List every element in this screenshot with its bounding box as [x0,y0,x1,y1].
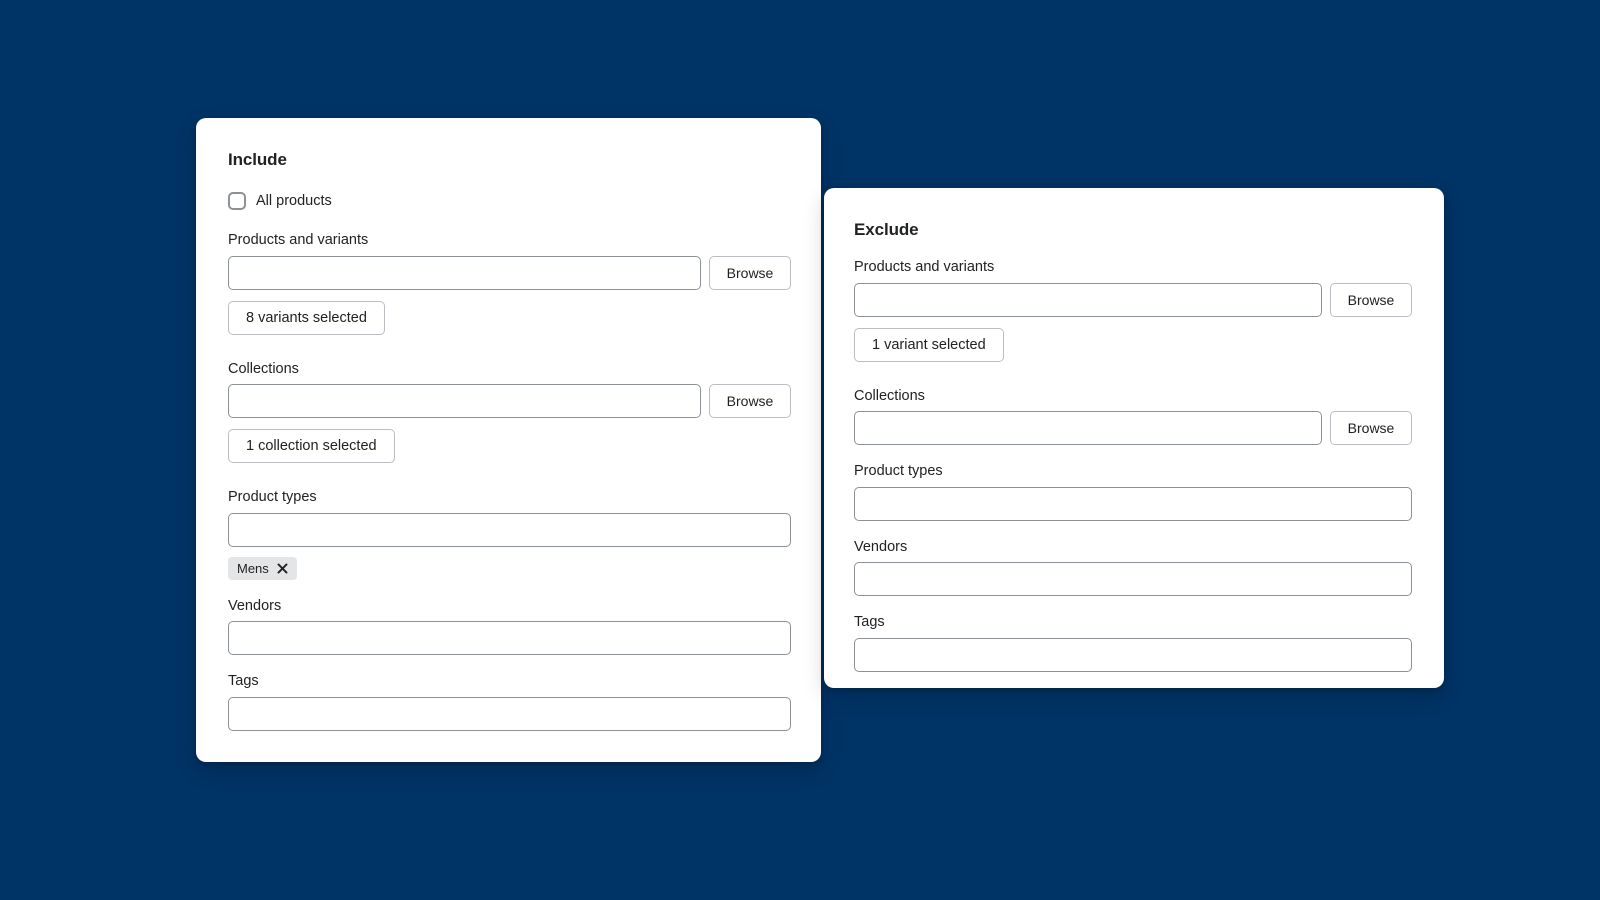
exclude-vendors-input[interactable] [854,562,1412,597]
include-tags-label: Tags [228,673,259,690]
exclude-collections-input[interactable] [854,411,1322,446]
include-tags-input[interactable] [228,696,791,731]
include-products-and-variants-browse-button[interactable]: Browse [709,255,791,290]
include-product-types-chip-row: Mens [228,556,791,580]
include-card-title: Include [228,150,287,169]
exclude-collections-field: Collections Browse [854,387,1412,446]
exclude-variant-selected-button[interactable]: 1 variant selected [854,327,1004,362]
exclude-product-types-label: Product types [854,463,943,480]
include-products-and-variants-label: Products and variants [228,232,369,248]
include-variants-selected-button[interactable]: 8 variants selected [228,300,385,335]
include-collections-field: Collections Browse 1 collection selected [228,360,791,472]
exclude-card: Exclude Products and variants Browse 1 v… [830,194,1438,682]
include-products-and-variants-field: Products and variants Browse 8 variants … [228,231,791,343]
include-products-and-variants-input[interactable] [228,255,701,290]
include-collections-input-row: Browse [228,384,791,419]
include-collections-browse-button[interactable]: Browse [709,384,791,419]
include-product-types-label: Product types [228,489,317,506]
checkbox-unchecked-icon[interactable] [228,192,246,210]
exclude-products-and-variants-field: Products and variants Browse 1 variant s… [854,258,1412,370]
exclude-collections-label: Collections [854,387,925,404]
exclude-collections-input-row: Browse [854,411,1412,446]
include-card: Include All products Products and varian… [202,124,815,756]
exclude-products-and-variants-input[interactable] [854,282,1322,317]
exclude-tags-field: Tags [854,613,1412,672]
exclude-products-and-variants-browse-button[interactable]: Browse [1330,282,1412,317]
exclude-product-types-input[interactable] [854,486,1412,521]
include-vendors-label: Vendors [228,597,282,614]
all-products-checkbox-row[interactable]: All products [228,192,791,210]
include-collection-selected-button[interactable]: 1 collection selected [228,429,395,464]
include-collections-label: Collections [228,360,299,377]
exclude-product-types-field: Product types [854,462,1412,521]
include-product-types-input[interactable] [228,512,791,547]
exclude-tags-label: Tags [854,614,885,631]
exclude-products-and-variants-input-row: Browse [854,282,1412,317]
exclude-card-title: Exclude [854,220,919,239]
exclude-tags-input[interactable] [854,637,1412,672]
exclude-products-and-variants-label: Products and variants [854,259,995,275]
product-type-chip-label: Mens [237,560,269,576]
exclude-vendors-label: Vendors [854,538,908,555]
include-vendors-input[interactable] [228,621,791,656]
include-card-frame: Include All products Products and varian… [196,118,821,762]
include-product-types-field: Product types Mens [228,488,791,580]
include-tags-field: Tags [228,672,791,731]
include-products-and-variants-input-row: Browse [228,255,791,290]
product-type-chip[interactable]: Mens [228,556,297,580]
close-icon[interactable] [277,562,289,574]
exclude-card-frame: Exclude Products and variants Browse 1 v… [824,188,1444,688]
include-collections-input[interactable] [228,384,701,419]
include-vendors-field: Vendors [228,597,791,656]
all-products-checkbox-label: All products [256,193,332,209]
exclude-vendors-field: Vendors [854,538,1412,597]
exclude-collections-browse-button[interactable]: Browse [1330,411,1412,446]
